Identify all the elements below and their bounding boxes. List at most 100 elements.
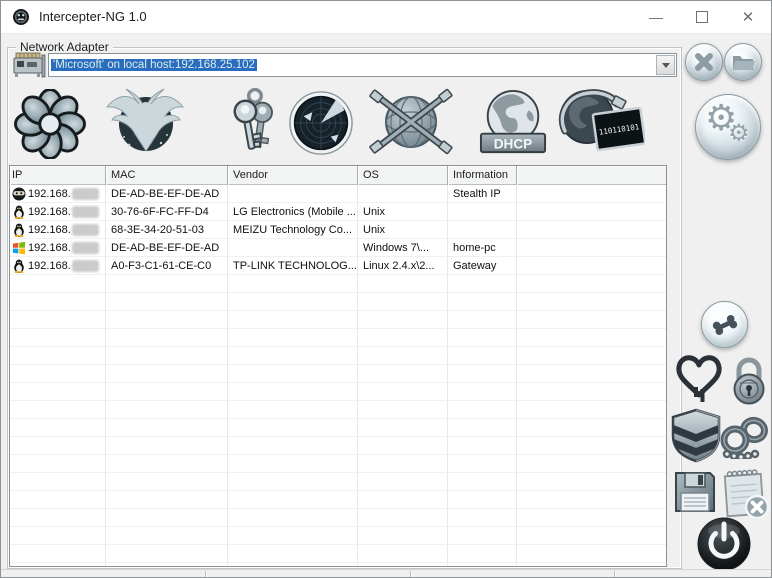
- column-header-information[interactable]: Information: [448, 166, 517, 185]
- ip-text: 192.168.: [28, 259, 71, 272]
- cell-os: [358, 563, 448, 566]
- cell-ip: [10, 329, 106, 346]
- ssl-strip-button[interactable]: [669, 407, 723, 468]
- cell-vendor: [228, 365, 358, 382]
- cell-ip: 192.168.: [10, 257, 106, 274]
- title-bar[interactable]: Intercepter-NG 1.0 — ✕: [1, 1, 771, 34]
- cell-blank: [517, 275, 666, 292]
- combobox-dropdown-arrow-icon[interactable]: [656, 55, 675, 75]
- cell-ip: [10, 491, 106, 508]
- phoenix-icon: [105, 88, 185, 152]
- globe-crossed-cables-icon: [369, 88, 453, 155]
- cell-information: [448, 563, 517, 566]
- bone-icon: [712, 314, 737, 335]
- cell-os: [358, 329, 448, 346]
- save-button[interactable]: [672, 469, 718, 520]
- network-card-icon: [13, 52, 46, 78]
- cell-information: Stealth IP: [448, 185, 517, 202]
- cell-vendor: [228, 491, 358, 508]
- cell-os: [358, 455, 448, 472]
- status-bar: [1, 569, 771, 577]
- cell-mac: A0-F3-C1-61-CE-C0: [106, 257, 228, 274]
- close-button[interactable]: ✕: [725, 1, 771, 33]
- table-row[interactable]: 192.168. DE-AD-BE-EF-DE-AD Windows 7\... ho…: [10, 239, 666, 257]
- heartbleed-button[interactable]: [673, 352, 725, 407]
- dhcp-globe-icon: DHCP: [479, 89, 547, 154]
- empty-table-row: [10, 311, 666, 329]
- minimize-button[interactable]: —: [633, 1, 679, 33]
- stop-adapter-button[interactable]: [685, 43, 723, 81]
- cell-blank: [517, 563, 666, 566]
- cell-ip: [10, 275, 106, 292]
- x-icon: [695, 53, 713, 71]
- cell-information: [448, 293, 517, 310]
- scan-mode-button[interactable]: [288, 90, 354, 161]
- table-row[interactable]: 192.168. 30-76-6F-FC-FF-D4 LG Electronics …: [10, 203, 666, 221]
- cell-ip: 192.168.: [10, 221, 106, 238]
- open-file-button[interactable]: [724, 43, 762, 81]
- statusbar-divider: [205, 571, 206, 577]
- column-header-mac[interactable]: MAC: [106, 166, 228, 185]
- cell-ip: [10, 365, 106, 382]
- password-mode-button[interactable]: [223, 87, 285, 162]
- cell-information: [448, 329, 517, 346]
- table-row[interactable]: 192.168. DE-AD-BE-EF-DE-AD Stealth IP: [10, 185, 666, 203]
- keys-icon: [233, 87, 273, 150]
- cell-os: [358, 545, 448, 562]
- smb-relay-button[interactable]: [701, 301, 748, 348]
- cell-vendor: [228, 311, 358, 328]
- column-header-os[interactable]: OS: [358, 166, 448, 185]
- empty-table-row: [10, 329, 666, 347]
- table-row[interactable]: 192.168. 68-3E-34-20-51-03 MEIZU Technolog…: [10, 221, 666, 239]
- maximize-box-glyph: [696, 11, 708, 23]
- app-window: Intercepter-NG 1.0 — ✕ Network Adapter '…: [0, 0, 772, 578]
- cell-information: [448, 383, 517, 400]
- bruteforce-button[interactable]: [727, 357, 771, 410]
- cell-mac: 30-76-6F-FC-FF-D4: [106, 203, 228, 220]
- linux-os-icon: [14, 259, 24, 273]
- cell-blank: [517, 545, 666, 562]
- table-body: 192.168. DE-AD-BE-EF-DE-AD Stealth IP 192.1…: [10, 185, 666, 566]
- dhcp-mode-button[interactable]: DHCP: [478, 89, 548, 162]
- empty-table-row: [10, 563, 666, 566]
- mitm-mode-button[interactable]: [365, 87, 457, 162]
- cell-vendor: [228, 419, 358, 436]
- arp-cage-button[interactable]: [719, 415, 769, 464]
- cell-os: Unix: [358, 221, 448, 238]
- cell-vendor: [228, 275, 358, 292]
- table-row[interactable]: 192.168. A0-F3-C1-61-CE-C0 TP-LINK TECHNOL…: [10, 257, 666, 275]
- start-stop-button[interactable]: [697, 517, 751, 576]
- settings-button[interactable]: ⚙ ⚙: [695, 94, 761, 160]
- cell-ip: [10, 473, 106, 490]
- power-icon: [697, 517, 751, 571]
- cell-vendor: [228, 437, 358, 454]
- column-header-blank[interactable]: [517, 166, 666, 185]
- redacted-ip: [71, 241, 99, 254]
- flower-icon: [14, 88, 86, 160]
- column-header-vendor[interactable]: Vendor: [228, 166, 358, 185]
- cell-information: [448, 311, 517, 328]
- cell-ip: [10, 347, 106, 364]
- cell-mac: 68-3E-34-20-51-03: [106, 221, 228, 238]
- cell-information: [448, 509, 517, 526]
- app-logo-icon: [13, 9, 29, 25]
- cell-os: [358, 473, 448, 490]
- cell-vendor: [228, 455, 358, 472]
- cell-blank: [517, 419, 666, 436]
- maximize-button[interactable]: [679, 1, 725, 33]
- cell-os: [358, 527, 448, 544]
- cell-blank: [517, 293, 666, 310]
- column-header-ip[interactable]: IP: [10, 166, 106, 185]
- messengers-mode-button[interactable]: [11, 88, 89, 164]
- raw-mode-button[interactable]: 110110101: [555, 87, 647, 162]
- cell-mac: [106, 527, 228, 544]
- clear-log-button[interactable]: [721, 465, 770, 524]
- resurrection-mode-button[interactable]: [99, 87, 191, 162]
- adapter-combobox[interactable]: 'Microsoft' on local host:192.168.25.102: [48, 53, 677, 77]
- table-header: IP MAC Vendor OS Information: [10, 166, 666, 185]
- cell-os: [358, 383, 448, 400]
- empty-table-row: [10, 437, 666, 455]
- cell-information: [448, 419, 517, 436]
- cell-blank: [517, 527, 666, 544]
- cell-ip: [10, 293, 106, 310]
